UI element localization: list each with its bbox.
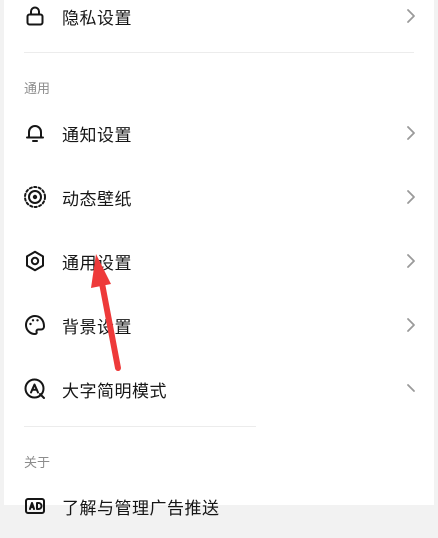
section-title-about: 关于 — [24, 456, 51, 471]
palette-icon — [22, 312, 48, 338]
section-divider — [24, 52, 414, 53]
chevron-right-icon — [404, 253, 418, 269]
notification-settings-label: 通知设置 — [62, 125, 132, 146]
ad-icon — [22, 493, 48, 519]
general-settings-label: 通用设置 — [62, 253, 132, 274]
chevron-right-icon — [404, 317, 418, 333]
lock-icon — [22, 3, 48, 29]
bell-icon — [22, 120, 48, 146]
section-divider — [24, 426, 256, 427]
background-settings-label: 背景设置 — [62, 317, 132, 338]
ad-management-row[interactable]: 了解与管理广告推送 — [4, 474, 434, 538]
section-title-general: 通用 — [24, 82, 51, 97]
general-settings-row[interactable]: 通用设置 — [4, 229, 434, 293]
large-text-mode-label: 大字简明模式 — [62, 381, 167, 402]
large-text-mode-row[interactable]: 大字简明模式 — [4, 357, 434, 421]
background-settings-row[interactable]: 背景设置 — [4, 293, 434, 357]
chevron-right-icon — [404, 383, 418, 399]
privacy-settings-label: 隐私设置 — [62, 8, 132, 29]
live-wallpaper-icon — [22, 184, 48, 210]
chevron-right-icon — [404, 189, 418, 205]
chevron-right-icon — [404, 8, 418, 24]
live-wallpaper-label: 动态壁纸 — [62, 189, 132, 210]
chevron-right-icon — [404, 125, 418, 141]
privacy-settings-row[interactable]: 隐私设置 — [4, 0, 434, 48]
notification-settings-row[interactable]: 通知设置 — [4, 101, 434, 165]
live-wallpaper-row[interactable]: 动态壁纸 — [4, 165, 434, 229]
ad-management-label: 了解与管理广告推送 — [62, 498, 220, 519]
gear-icon — [22, 248, 48, 274]
large-text-icon — [22, 376, 48, 402]
